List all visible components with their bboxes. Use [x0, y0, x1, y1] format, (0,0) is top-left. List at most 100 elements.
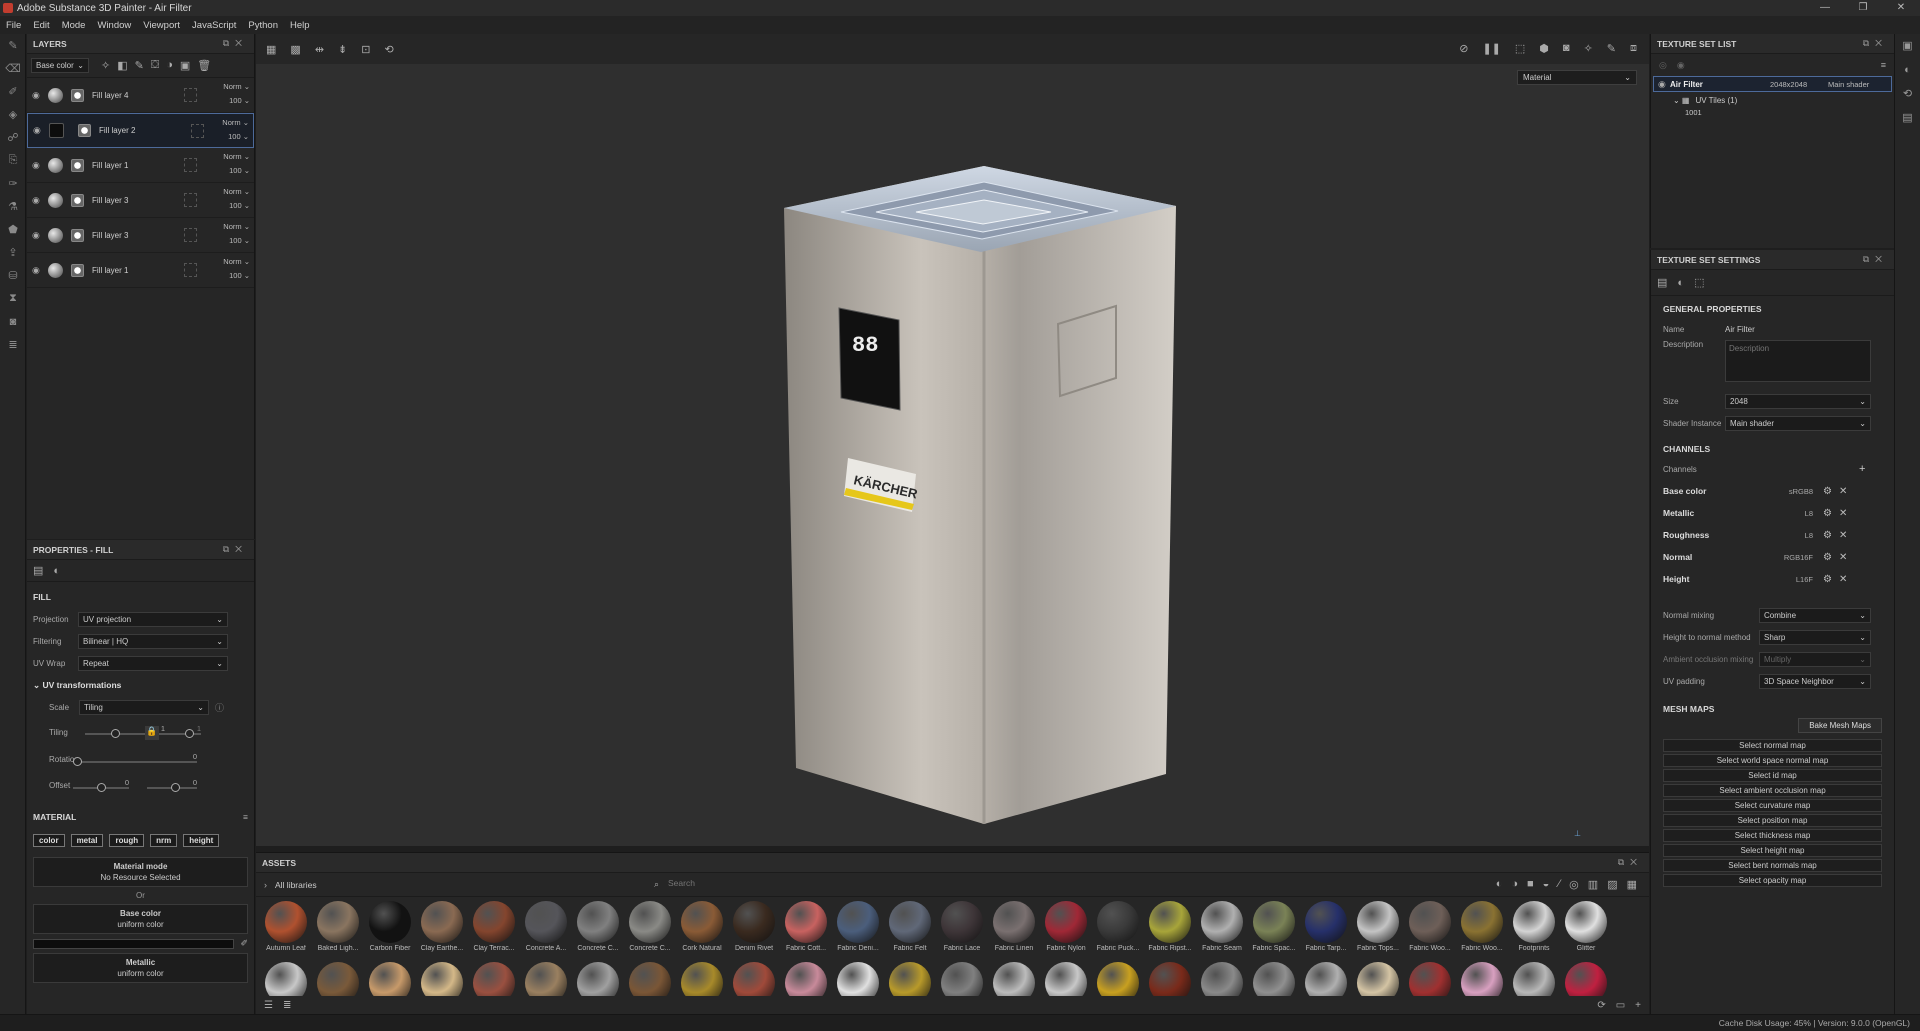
library-path[interactable]: All libraries [275, 880, 317, 890]
eye-icon[interactable]: ◉ [32, 195, 46, 206]
filter-brushes-icon[interactable]: ⁄ [1558, 878, 1560, 891]
mesh-map-slot[interactable]: Select normal map [1663, 739, 1882, 752]
base-color-slot[interactable]: Base color uniform color [33, 904, 248, 934]
texture-set-icon[interactable]: ▣ [1895, 34, 1920, 58]
channel-settings-icon[interactable]: ⚙ [1823, 486, 1839, 497]
material-thumbnail[interactable]: Carbon Fiber [368, 901, 412, 954]
layer-stack-icon[interactable]: ≣ [0, 333, 26, 356]
maximize-button[interactable]: ❐ [1844, 0, 1882, 16]
panel-controls-icon[interactable]: ⧉✕ [1863, 254, 1888, 265]
channel-row[interactable]: Normal RGB16F ⚙✕ [1651, 546, 1894, 568]
eye-icon[interactable]: ◉ [32, 230, 46, 241]
material-thumbnail[interactable]: Footprints [1512, 901, 1556, 954]
paint-brush-icon[interactable]: ✎ [0, 34, 26, 57]
channel-select[interactable]: Base color ⌄ [31, 58, 89, 73]
filter-smart-materials-icon[interactable]: ◑ [1511, 878, 1518, 891]
channel-settings-icon[interactable]: ⚙ [1823, 530, 1839, 541]
height-to-normal-select[interactable]: Sharp ⌄ [1759, 629, 1871, 645]
chip-nrm[interactable]: nrm [150, 834, 178, 847]
channel-settings-icon[interactable]: ⚙ [1823, 574, 1839, 585]
offset-slider-a[interactable] [73, 783, 129, 792]
eraser-icon[interactable]: ⌫ [0, 57, 26, 80]
screenshot-icon[interactable]: ⧈ [1630, 42, 1637, 55]
metallic-slot[interactable]: Metallic uniform color [33, 953, 248, 983]
chip-color[interactable]: color [33, 834, 65, 847]
menu-edit[interactable]: Edit [33, 20, 49, 31]
eye-icon[interactable]: ◉ [32, 90, 46, 101]
light-icon[interactable]: ✧ [1584, 42, 1593, 55]
layer-effects-slot[interactable] [184, 263, 197, 277]
channel-row[interactable]: Metallic L8 ⚙✕ [1651, 502, 1894, 524]
layer-effects-slot[interactable] [191, 123, 204, 138]
material-thumbnail[interactable]: Fabric Puck... [1096, 901, 1140, 954]
blend-mode[interactable]: Norm [223, 152, 241, 161]
uv-tile-item[interactable]: 1001 [1651, 108, 1894, 122]
description-field[interactable] [1725, 340, 1871, 382]
uv-tiles-row[interactable]: ⌄ ▦ UV Tiles (1) [1651, 92, 1894, 108]
lock-icon[interactable]: 🔒 [145, 726, 159, 740]
mask-thumbnail[interactable] [71, 228, 84, 242]
bake-icon[interactable]: ⛁ [0, 264, 26, 287]
timer-icon[interactable]: ⧗ [0, 287, 26, 310]
base-color-swatch[interactable] [33, 938, 235, 949]
viewport[interactable]: ▦ ▩ ⇹ ⇟ ⊡ ⟲ ⊘ ❚❚ ⬚ ⬢ ◙ ✧ ✎ ⧈ Material ⌄ 8… [256, 34, 1649, 846]
mesh-map-slot[interactable]: Select thickness map [1663, 829, 1882, 842]
add-folder-icon[interactable]: ▣ [180, 59, 190, 72]
material-thumbnail[interactable]: Denim Rivet [732, 901, 776, 954]
minimize-button[interactable]: — [1806, 0, 1844, 16]
channel-format[interactable]: L16F [1763, 575, 1813, 584]
asset-search-input[interactable] [668, 878, 1048, 888]
single-view-icon[interactable]: ▦ [266, 43, 276, 56]
size-select[interactable]: 2048 ⌄ [1725, 393, 1871, 409]
material-thumbnail[interactable]: Autumn Leaf [264, 901, 308, 954]
channel-format[interactable]: sRGB8 [1763, 487, 1813, 496]
info-icon[interactable]: ⓘ [215, 701, 224, 714]
mask-thumbnail[interactable] [71, 193, 84, 207]
blend-mode[interactable]: Norm [222, 118, 240, 127]
layer-opacity[interactable]: 100 [229, 166, 242, 175]
rotation-slider[interactable] [73, 757, 197, 766]
material-thumbnail[interactable]: Fabric Woo... [1408, 901, 1452, 954]
mesh-map-slot[interactable]: Select curvature map [1663, 799, 1882, 812]
panel-controls-icon[interactable]: ⧉✕ [1863, 38, 1888, 49]
menu-viewport[interactable]: Viewport [143, 20, 180, 31]
eye-icon[interactable]: ◉ [33, 125, 47, 136]
eyedropper-icon[interactable]: ✐ [240, 938, 248, 949]
layer-row[interactable]: ◉ Fill layer 1 Norm ⌄ 100 ⌄ [27, 253, 254, 288]
add-effect-icon[interactable]: ✧ [101, 59, 110, 72]
menu-window[interactable]: Window [97, 20, 131, 31]
add-mask-icon[interactable]: ◧ [117, 59, 127, 72]
remove-channel-icon[interactable]: ✕ [1839, 530, 1854, 541]
layer-opacity[interactable]: 100 [229, 201, 242, 210]
window-icon[interactable]: ▭ [1616, 1000, 1625, 1011]
projection-select[interactable]: UV projection ⌄ [78, 611, 228, 627]
chevron-right-icon[interactable]: › [264, 880, 267, 890]
material-thumbnail[interactable]: Fabric Cott... [784, 901, 828, 954]
material-thumbnail[interactable]: Concrete A... [524, 901, 568, 954]
add-group-icon[interactable]: ◑ [166, 59, 173, 72]
polygon-fill-icon[interactable]: ⬟ [0, 218, 26, 241]
panel-controls-icon[interactable]: ⧉✕ [223, 544, 248, 555]
clone-icon[interactable]: ⎘ [0, 149, 26, 172]
texture-set-row[interactable]: ◉ Air Filter 2048x2048 Main shader [1653, 76, 1892, 92]
channel-row[interactable]: Height L16F ⚙✕ [1651, 568, 1894, 590]
layer-opacity[interactable]: 100 [229, 96, 242, 105]
blend-mode[interactable]: Norm [223, 222, 241, 231]
channel-settings-icon[interactable]: ⚙ [1823, 552, 1839, 563]
channel-format[interactable]: L8 [1763, 531, 1813, 540]
split-view-icon[interactable]: ▩ [290, 43, 300, 56]
layer-name[interactable]: Fill layer 1 [92, 161, 182, 170]
remove-channel-icon[interactable]: ✕ [1839, 574, 1854, 585]
channel-row[interactable]: Roughness L8 ⚙✕ [1651, 524, 1894, 546]
material-thumbnail[interactable]: Concrete C... [576, 901, 620, 954]
add-paint-layer-icon[interactable]: ✎ [135, 59, 144, 72]
material-thumbnail[interactable]: Fabric Nylon [1044, 901, 1088, 954]
material-tab-icon[interactable]: ◐ [53, 565, 60, 577]
object-icon[interactable]: ⬢ [1539, 42, 1549, 55]
filter-textures-icon[interactable]: ■ [1527, 878, 1534, 891]
mask-thumbnail[interactable] [71, 158, 84, 172]
export-icon[interactable]: ⇪ [0, 241, 26, 264]
material-thumbnail[interactable]: Fabric Deni... [836, 901, 880, 954]
blend-mode[interactable]: Norm [223, 257, 241, 266]
layer-effects-slot[interactable] [184, 88, 197, 102]
